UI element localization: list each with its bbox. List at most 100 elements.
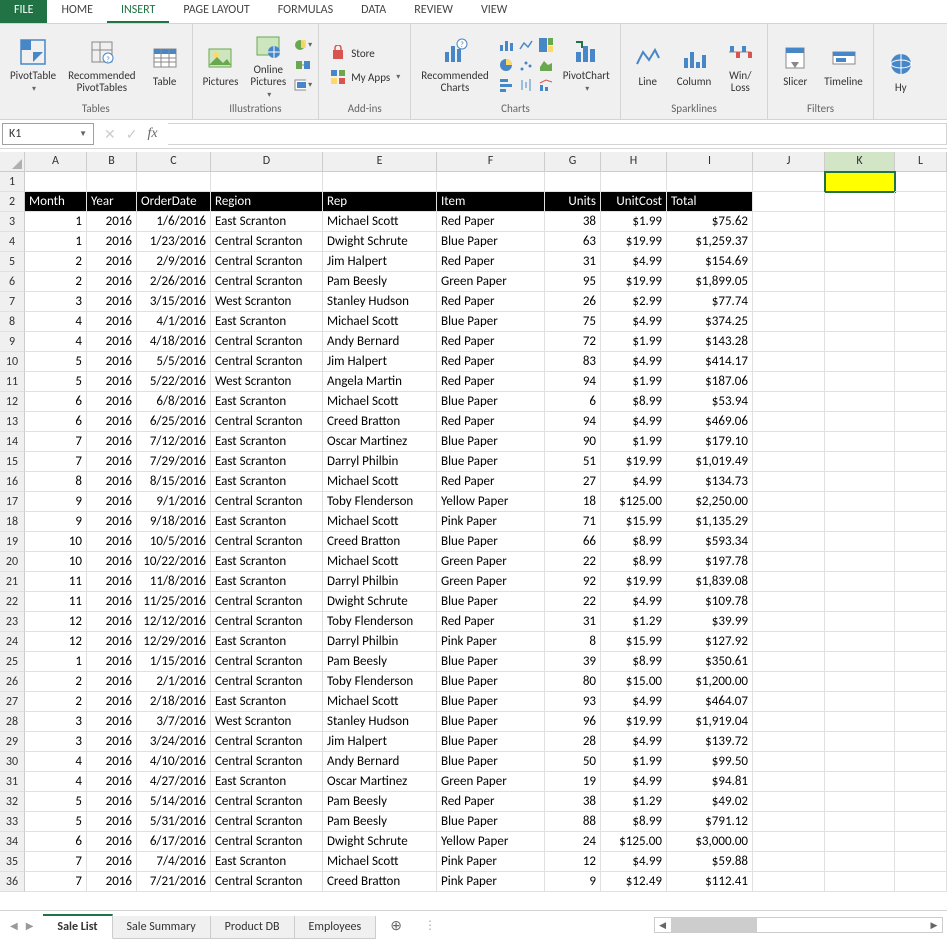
data-cell[interactable]: Pam Beesly	[323, 272, 437, 292]
data-cell[interactable]: $143.28	[667, 332, 753, 352]
surface-chart-icon[interactable]	[537, 56, 555, 74]
data-cell[interactable]: $125.00	[601, 832, 667, 852]
data-cell[interactable]: 10	[25, 532, 87, 552]
data-cell[interactable]: 2/26/2016	[137, 272, 211, 292]
data-cell[interactable]: Pink Paper	[437, 632, 545, 652]
cell-K27[interactable]	[825, 692, 895, 712]
data-cell[interactable]: $19.99	[601, 452, 667, 472]
stock-chart-icon[interactable]	[517, 76, 535, 94]
cell-J23[interactable]	[753, 612, 825, 632]
data-cell[interactable]: East Scranton	[211, 472, 323, 492]
cell-L28[interactable]	[895, 712, 947, 732]
data-cell[interactable]: $469.06	[667, 412, 753, 432]
cell-L23[interactable]	[895, 612, 947, 632]
data-cell[interactable]: Michael Scott	[323, 512, 437, 532]
data-cell[interactable]: 92	[545, 572, 601, 592]
data-cell[interactable]: Green Paper	[437, 772, 545, 792]
cell-J18[interactable]	[753, 512, 825, 532]
data-cell[interactable]: $1,135.29	[667, 512, 753, 532]
data-cell[interactable]: 10/22/2016	[137, 552, 211, 572]
row-header-23[interactable]: 23	[0, 612, 25, 632]
cell-L4[interactable]	[895, 232, 947, 252]
cell-K17[interactable]	[825, 492, 895, 512]
data-cell[interactable]: Red Paper	[437, 352, 545, 372]
cell-I1[interactable]	[667, 172, 753, 192]
data-cell[interactable]: $4.99	[601, 692, 667, 712]
pivot-table-button[interactable]: PivotTable▾	[6, 34, 60, 96]
sheet-nav-next-icon[interactable]: ▶	[26, 919, 34, 932]
cell-J29[interactable]	[753, 732, 825, 752]
cell-K13[interactable]	[825, 412, 895, 432]
tab-home[interactable]: HOME	[47, 0, 107, 23]
data-cell[interactable]: Toby Flenderson	[323, 492, 437, 512]
row-header-32[interactable]: 32	[0, 792, 25, 812]
cell-J20[interactable]	[753, 552, 825, 572]
new-sheet-button[interactable]: ⊕	[376, 913, 416, 938]
row-header-26[interactable]: 26	[0, 672, 25, 692]
cell-L6[interactable]	[895, 272, 947, 292]
data-cell[interactable]: Pink Paper	[437, 852, 545, 872]
data-cell[interactable]: $49.02	[667, 792, 753, 812]
pictures-button[interactable]: Pictures	[199, 40, 243, 90]
data-cell[interactable]: Creed Bratton	[323, 872, 437, 892]
row-header-10[interactable]: 10	[0, 352, 25, 372]
cell-K33[interactable]	[825, 812, 895, 832]
data-cell[interactable]: $77.74	[667, 292, 753, 312]
data-cell[interactable]: 1/23/2016	[137, 232, 211, 252]
table-button[interactable]: Table	[144, 40, 186, 90]
row-header-16[interactable]: 16	[0, 472, 25, 492]
data-cell[interactable]: East Scranton	[211, 852, 323, 872]
data-cell[interactable]: Blue Paper	[437, 592, 545, 612]
data-cell[interactable]: 4	[25, 312, 87, 332]
data-cell[interactable]: Michael Scott	[323, 552, 437, 572]
data-cell[interactable]: Stanley Hudson	[323, 712, 437, 732]
cell-J4[interactable]	[753, 232, 825, 252]
sparkline-column-button[interactable]: Column	[673, 40, 716, 90]
data-cell[interactable]: 38	[545, 792, 601, 812]
cell-L10[interactable]	[895, 352, 947, 372]
data-cell[interactable]: Pam Beesly	[323, 792, 437, 812]
data-cell[interactable]: 2016	[87, 812, 137, 832]
data-cell[interactable]: 2016	[87, 372, 137, 392]
data-cell[interactable]: East Scranton	[211, 392, 323, 412]
cell-L1[interactable]	[895, 172, 947, 192]
data-cell[interactable]: 2016	[87, 452, 137, 472]
data-cell[interactable]: Yellow Paper	[437, 832, 545, 852]
data-cell[interactable]: 3	[25, 732, 87, 752]
cell-J6[interactable]	[753, 272, 825, 292]
data-cell[interactable]: Oscar Martinez	[323, 432, 437, 452]
cell-K21[interactable]	[825, 572, 895, 592]
data-cell[interactable]: 7/21/2016	[137, 872, 211, 892]
cell-L2[interactable]	[895, 192, 947, 212]
data-cell[interactable]: Pam Beesly	[323, 652, 437, 672]
data-cell[interactable]: $4.99	[601, 852, 667, 872]
sheet-tab[interactable]: Sale List	[43, 914, 112, 939]
cell-K35[interactable]	[825, 852, 895, 872]
cell-L17[interactable]	[895, 492, 947, 512]
row-header-12[interactable]: 12	[0, 392, 25, 412]
data-cell[interactable]: Pam Beesly	[323, 812, 437, 832]
data-cell[interactable]: $3,000.00	[667, 832, 753, 852]
row-header-7[interactable]: 7	[0, 292, 25, 312]
data-cell[interactable]: $4.99	[601, 252, 667, 272]
data-cell[interactable]: Darryl Philbin	[323, 452, 437, 472]
data-cell[interactable]: $19.99	[601, 232, 667, 252]
data-cell[interactable]: 10/5/2016	[137, 532, 211, 552]
row-header-17[interactable]: 17	[0, 492, 25, 512]
column-header-F[interactable]: F	[437, 152, 545, 172]
cell-J30[interactable]	[753, 752, 825, 772]
data-cell[interactable]: 2/1/2016	[137, 672, 211, 692]
data-cell[interactable]: 12	[545, 852, 601, 872]
data-cell[interactable]: 94	[545, 372, 601, 392]
cell-J2[interactable]	[753, 192, 825, 212]
data-cell[interactable]: 7	[25, 452, 87, 472]
data-cell[interactable]: $154.69	[667, 252, 753, 272]
data-cell[interactable]: $791.12	[667, 812, 753, 832]
data-cell[interactable]: 7	[25, 872, 87, 892]
data-cell[interactable]: Red Paper	[437, 292, 545, 312]
data-cell[interactable]: 5/22/2016	[137, 372, 211, 392]
data-cell[interactable]: 7	[25, 852, 87, 872]
data-cell[interactable]: $139.72	[667, 732, 753, 752]
cell-J19[interactable]	[753, 532, 825, 552]
row-header-3[interactable]: 3	[0, 212, 25, 232]
